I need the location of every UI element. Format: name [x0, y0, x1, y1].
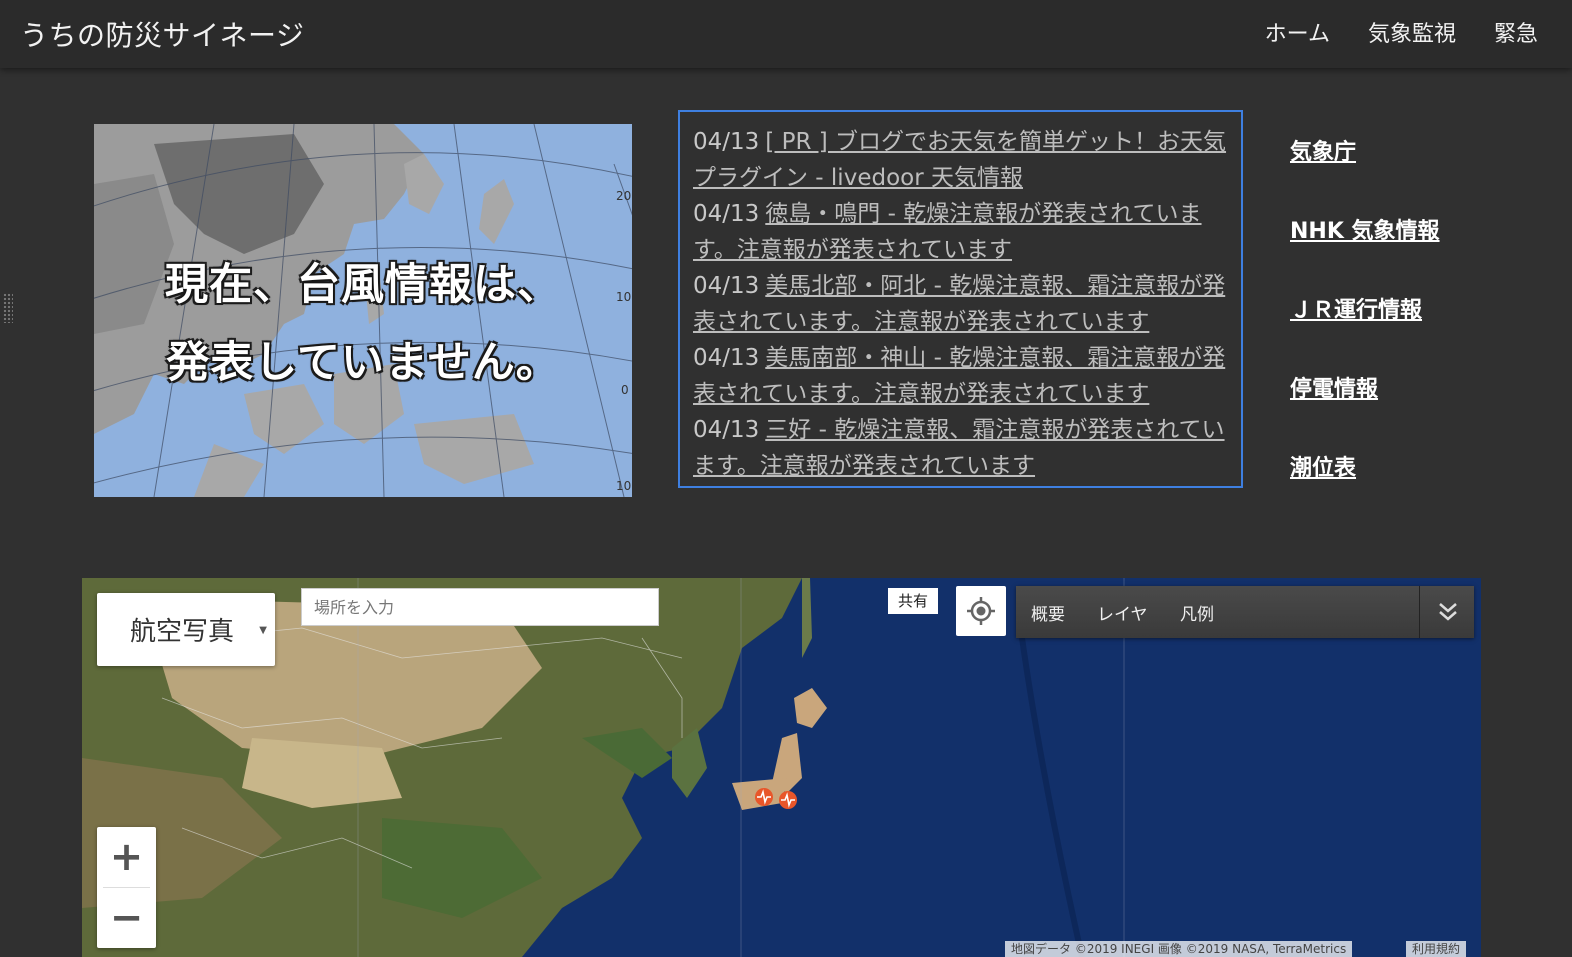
tab-legend[interactable]: 凡例 [1180, 600, 1214, 625]
news-item: 04/13[ PR ] ブログでお天気を簡単ゲット！お天気プラグイン - liv… [693, 124, 1229, 196]
share-button[interactable]: 共有 [888, 588, 938, 614]
nav-emergency[interactable]: 緊急 [1494, 16, 1538, 48]
news-link[interactable]: 美馬南部・神山 - 乾燥注意報、霜注意報が発表されています。注意報が発表されてい… [693, 345, 1225, 407]
news-date: 04/13 [693, 129, 760, 155]
place-search-input[interactable] [301, 588, 659, 626]
top-bar: うちの防災サイネージ ホーム 気象監視 緊急 [0, 0, 1572, 68]
lat-label-20: 20 [616, 189, 631, 203]
news-date: 04/13 [693, 201, 760, 227]
lat-label-minus10: 10 [616, 479, 631, 493]
satellite-map[interactable]: 航空写真 ▼ 共有 概要 レイヤ 凡例 + − 地図データ ©2019 IN [82, 578, 1481, 957]
typhoon-message-line1: 現在、台風情報は、 [165, 260, 561, 310]
drag-handle-icon[interactable] [3, 293, 13, 323]
news-link[interactable]: [ PR ] ブログでお天気を簡単ゲット！お天気プラグイン - livedoor… [693, 129, 1226, 191]
warning-news-list: 04/13[ PR ] ブログでお天気を簡単ゲット！お天気プラグイン - liv… [678, 110, 1243, 488]
news-link[interactable]: 徳島・鳴門 - 乾燥注意報が発表されています。注意報が発表されています [693, 201, 1202, 263]
map-info-panel: 概要 レイヤ 凡例 [1016, 586, 1474, 638]
earthquake-marker-icon[interactable] [778, 790, 798, 810]
zoom-out-button[interactable]: − [97, 888, 156, 948]
news-item: 04/13 徳島・鳴門 - 乾燥注意報が発表されています。注意報が発表されています [693, 196, 1229, 268]
tab-layers[interactable]: レイヤ [1097, 600, 1148, 625]
nav-home[interactable]: ホーム [1265, 16, 1330, 48]
typhoon-status-message: 現在、台風情報は、 発表していません。 [94, 246, 632, 402]
news-item: 04/13 三好 - 乾燥注意報、霜注意報が発表されています。注意報が発表されてい… [693, 412, 1229, 484]
map-type-label: 航空写真 [130, 617, 235, 647]
tab-overview[interactable]: 概要 [1031, 600, 1065, 625]
link-power-outage[interactable]: 停電情報 [1290, 371, 1440, 450]
news-date: 04/13 [693, 273, 760, 299]
news-item: 04/13 美馬北部・阿北 - 乾燥注意報、霜注意報が発表されています。注意報が発… [693, 268, 1229, 340]
earthquake-marker-icon[interactable] [754, 787, 774, 807]
typhoon-message-line2: 発表していません。 [166, 338, 560, 388]
zoom-in-button[interactable]: + [97, 827, 156, 887]
site-title: うちの防災サイネージ [20, 19, 305, 52]
news-date: 04/13 [693, 417, 760, 443]
caret-down-icon: ▼ [259, 625, 267, 636]
external-links: 気象庁 NHK 気象情報 ＪＲ運行情報 停電情報 潮位表 [1290, 134, 1440, 529]
typhoon-info-panel: 20 10 0 10 現在、台風情報は、 発表していません。 [94, 124, 632, 497]
nav-weather-watch[interactable]: 気象監視 [1368, 16, 1456, 48]
map-type-select[interactable]: 航空写真 ▼ [97, 593, 275, 666]
link-tide-table[interactable]: 潮位表 [1290, 450, 1440, 529]
zoom-control: + − [97, 827, 156, 948]
link-nhk-weather[interactable]: NHK 気象情報 [1290, 213, 1440, 292]
news-date: 04/13 [693, 345, 760, 371]
my-location-button[interactable] [956, 586, 1006, 636]
crosshair-icon [967, 597, 995, 625]
panel-divider [1419, 586, 1420, 638]
map-attribution: 地図データ ©2019 INEGI 画像 ©2019 NASA, TerraMe… [1005, 941, 1353, 957]
terms-link[interactable]: 利用規約 [1406, 941, 1467, 957]
main-nav: ホーム 気象監視 緊急 [1265, 16, 1538, 48]
expand-chevron-icon[interactable] [1432, 596, 1464, 628]
link-jr-status[interactable]: ＪＲ運行情報 [1290, 292, 1440, 371]
news-link[interactable]: 美馬北部・阿北 - 乾燥注意報、霜注意報が発表されています。注意報が発表されてい… [693, 273, 1225, 335]
link-jma[interactable]: 気象庁 [1290, 134, 1440, 213]
news-item: 04/13 美馬南部・神山 - 乾燥注意報、霜注意報が発表されています。注意報が発… [693, 340, 1229, 412]
news-link[interactable]: 三好 - 乾燥注意報、霜注意報が発表されています。注意報が発表されています [693, 417, 1225, 479]
